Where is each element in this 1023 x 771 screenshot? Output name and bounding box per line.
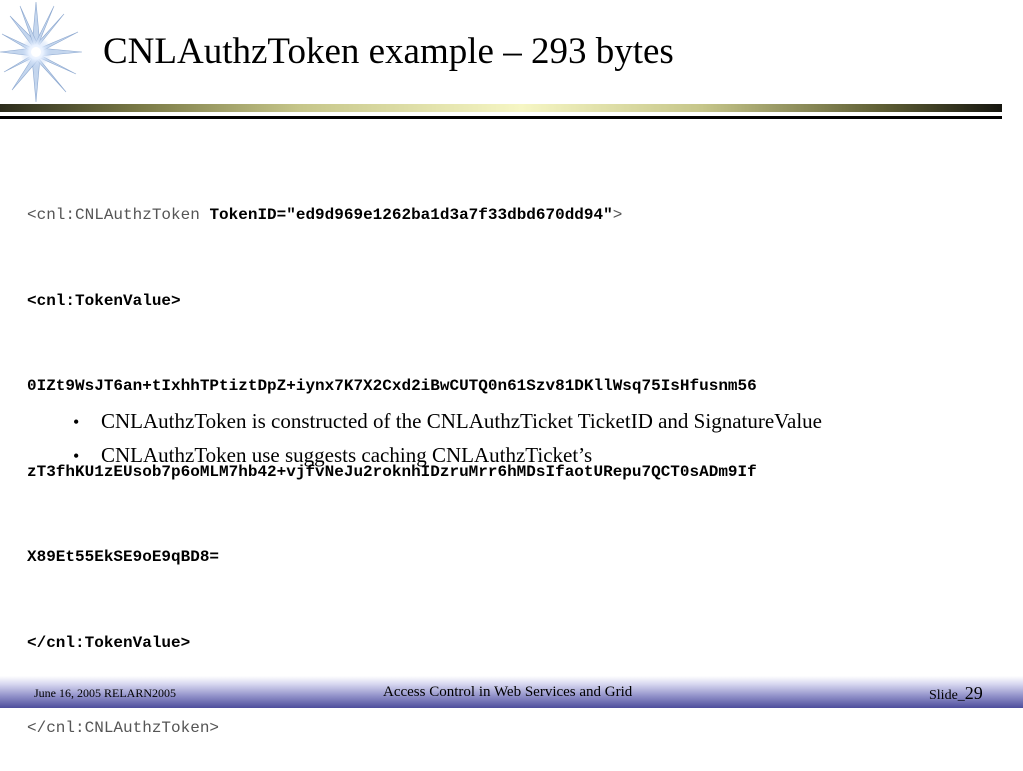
- slide-label: Slide_: [929, 688, 965, 703]
- bullet-dot-icon: •: [73, 446, 80, 466]
- code-token-value-line-1: 0IZt9WsJT6an+tIxhhTPtiztDpZ+iynx7K7X2Cxd…: [27, 377, 757, 395]
- footer-slide-number: Slide_29: [929, 683, 983, 704]
- code-open-tag-start: <cnl:CNLAuthzToken: [27, 206, 210, 224]
- bullet-text: CNLAuthzToken is constructed of the CNLA…: [101, 409, 822, 433]
- title-underline-bar: [0, 104, 1002, 112]
- code-token-id-attribute: TokenID="ed9d969e1262ba1d3a7f33dbd670dd9…: [209, 206, 613, 224]
- slide-number: 29: [964, 683, 983, 703]
- code-token-value-close: </cnl:TokenValue>: [27, 633, 191, 652]
- footer-date: June 16, 2005 RELARN2005: [34, 686, 176, 700]
- footer-presentation-title: Access Control in Web Services and Grid: [383, 684, 633, 700]
- bullet-list: • CNLAuthzToken is constructed of the CN…: [73, 405, 822, 473]
- code-line-open-tag: <cnl:CNLAuthzToken TokenID="ed9d969e1262…: [27, 201, 757, 230]
- bullet-item: • CNLAuthzToken use suggests caching CNL…: [73, 439, 822, 473]
- bullet-dot-icon: •: [73, 412, 80, 432]
- code-open-tag-end: >: [612, 206, 623, 224]
- code-token-value-line-3: X89Et55EkSE9oE9qBD8=: [27, 548, 220, 566]
- slide-title: CNLAuthzToken example – 293 bytes: [103, 31, 674, 72]
- code-token-value-open: <cnl:TokenValue>: [27, 291, 181, 310]
- bullet-item: • CNLAuthzToken is constructed of the CN…: [73, 405, 822, 439]
- bullet-text: CNLAuthzToken use suggests caching CNLAu…: [101, 443, 593, 467]
- code-close-tag: </cnl:CNLAuthzToken>: [27, 719, 220, 737]
- starburst-logo-icon: [0, 1, 83, 103]
- title-underline-rule: [0, 116, 1002, 119]
